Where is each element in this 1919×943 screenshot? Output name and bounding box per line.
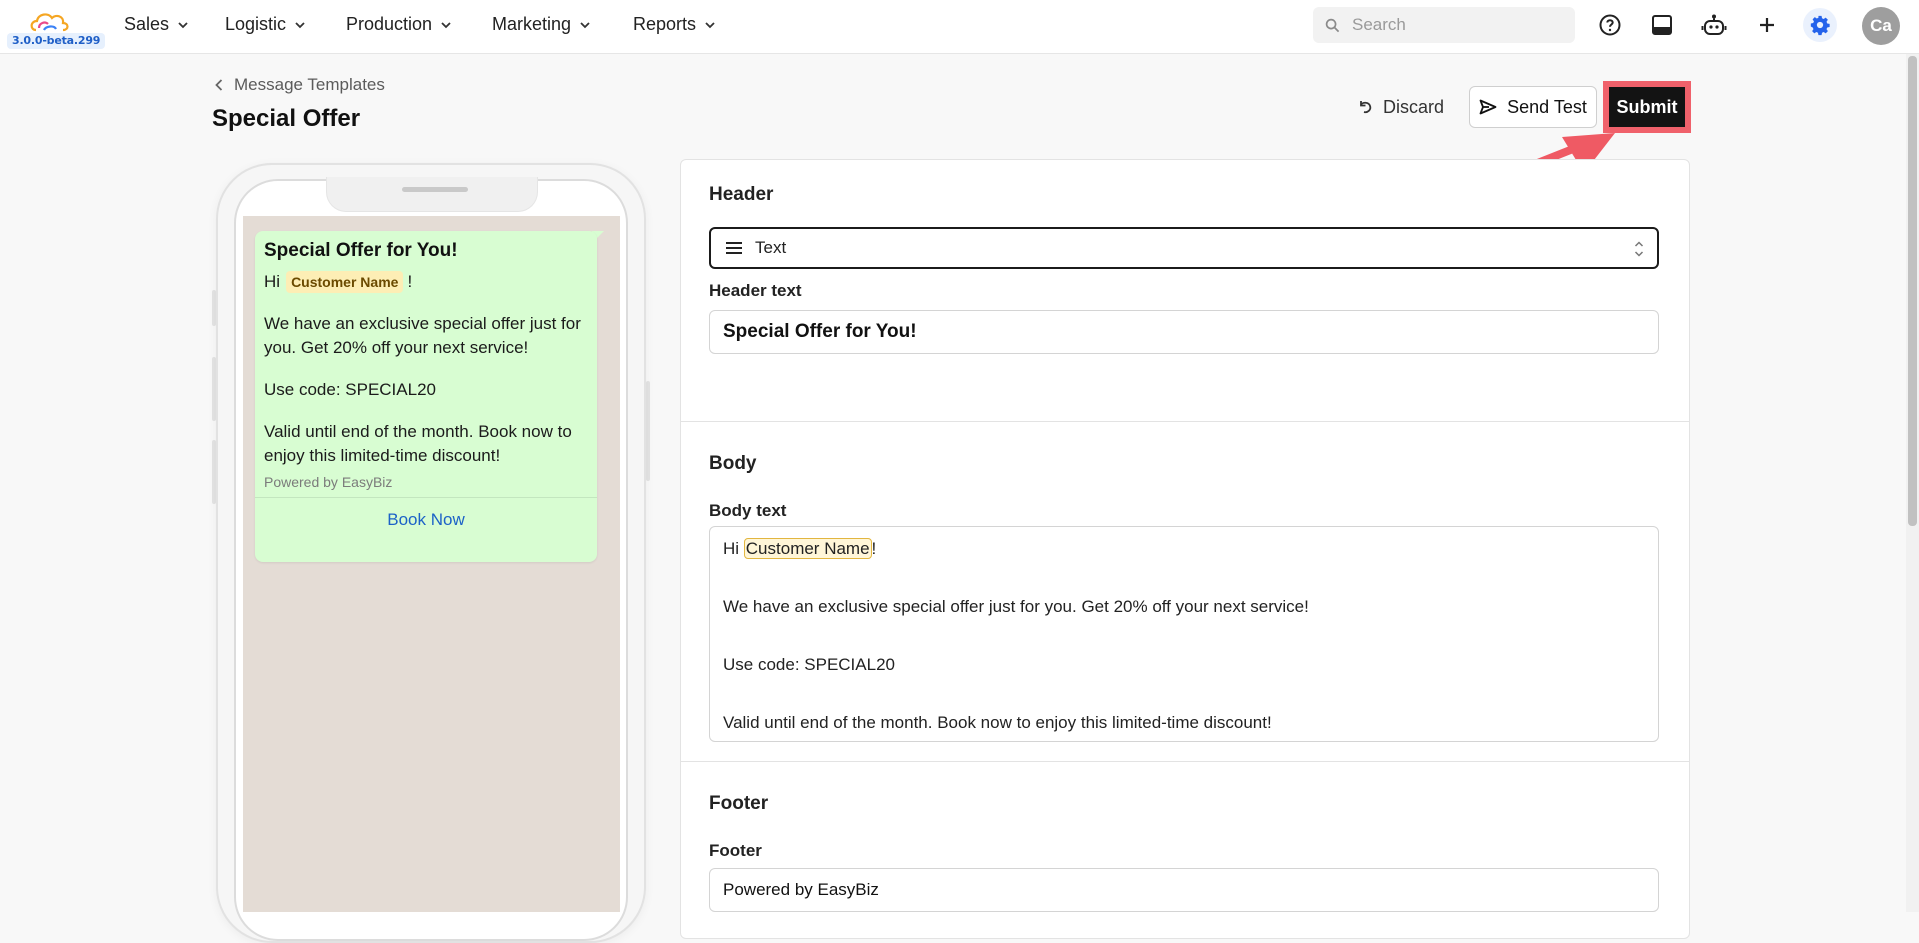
chevron-down-icon [580, 21, 590, 28]
discard-label: Discard [1383, 96, 1445, 117]
message-preview-bubble: Special Offer for You! Hi Customer Name … [255, 231, 597, 562]
nav-label: Marketing [492, 14, 572, 34]
breadcrumb-link[interactable]: Message Templates [234, 75, 385, 95]
chevron-left-icon [215, 79, 223, 91]
nav-reports[interactable]: Reports [633, 14, 716, 35]
template-editor-panel: Header Text Header text Body Body text H… [680, 159, 1690, 939]
phone-speaker [402, 187, 468, 192]
customer-name-variable-chip: Customer Name [286, 271, 404, 293]
nav-logistic[interactable]: Logistic [225, 14, 306, 35]
nav-production[interactable]: Production [346, 14, 452, 35]
body-line: We have an exclusive special offer just … [723, 597, 1309, 616]
header-type-select[interactable]: Text [709, 227, 1659, 269]
text-lines-icon [726, 242, 742, 254]
body-line: Hi Customer Name! [723, 537, 1645, 566]
header-text-label: Header text [709, 281, 802, 300]
preview-header: Special Offer for You! [264, 240, 458, 261]
page-title: Special Offer [212, 105, 361, 132]
search-input[interactable] [1350, 14, 1554, 36]
preview-divider [255, 497, 597, 498]
nav-label: Sales [124, 14, 170, 34]
greeting-punctuation: ! [407, 272, 413, 291]
footer-label: Footer [709, 841, 762, 860]
inbox-icon [1652, 15, 1672, 35]
submit-button[interactable]: Submit [1609, 87, 1685, 127]
send-icon [1479, 99, 1497, 115]
phone-side-button [646, 381, 650, 481]
assistant-button[interactable] [1701, 12, 1727, 38]
nav-label: Reports [633, 14, 697, 34]
body-line: Valid until end of the month. Book now t… [723, 713, 1272, 732]
help-button[interactable] [1597, 12, 1623, 38]
version-badge: 3.0.0-beta.299 [7, 33, 106, 49]
preview-footer: Powered by EasyBiz [264, 474, 393, 490]
chevron-down-icon [178, 21, 188, 28]
breadcrumb[interactable]: Message Templates [214, 75, 385, 95]
send-test-label: Send Test [1507, 96, 1587, 117]
top-navigation-bar: 3.0.0-beta.299 Sales Logistic Production… [0, 0, 1919, 54]
chevron-down-icon [441, 21, 451, 28]
gear-icon [1810, 15, 1830, 36]
chevron-down-icon [295, 21, 305, 28]
nav-sales[interactable]: Sales [124, 14, 189, 35]
header-type-value: Text [755, 238, 787, 257]
create-button[interactable] [1754, 12, 1780, 38]
user-avatar[interactable]: Ca [1862, 7, 1900, 45]
chevron-down-icon [705, 21, 715, 28]
undo-icon [1360, 101, 1372, 114]
inbox-button[interactable] [1649, 12, 1675, 38]
nav-marketing[interactable]: Marketing [492, 14, 591, 35]
nav-label: Production [346, 14, 433, 34]
body-line: Use code: SPECIAL20 [723, 655, 895, 674]
body-section-title: Body [709, 453, 757, 474]
section-divider [681, 421, 1689, 422]
settings-button[interactable] [1803, 8, 1837, 42]
greeting-text: Hi [264, 272, 281, 291]
search-box[interactable] [1313, 7, 1575, 43]
search-icon [1325, 18, 1340, 32]
section-divider [681, 761, 1689, 762]
footer-section-title: Footer [709, 793, 769, 814]
header-text-input[interactable] [709, 310, 1659, 354]
page-scrollbar[interactable] [1906, 54, 1919, 912]
preview-paragraph: Valid until end of the month. Book now t… [264, 422, 572, 465]
book-now-button[interactable]: Book Now [264, 510, 588, 530]
preview-greeting: Hi Customer Name ! [264, 270, 588, 294]
send-test-button[interactable]: Send Test [1469, 86, 1597, 128]
header-section-title: Header [709, 184, 774, 205]
body-punctuation: ! [871, 539, 877, 558]
plus-icon [1760, 18, 1774, 32]
discard-button[interactable]: Discard [1357, 88, 1444, 126]
customer-name-variable-chip[interactable]: Customer Name [743, 538, 872, 559]
help-icon [1599, 14, 1621, 36]
footer-text-input[interactable] [709, 868, 1659, 912]
body-text-label: Body text [709, 501, 787, 520]
preview-paragraph: We have an exclusive special offer just … [264, 314, 581, 357]
bot-icon [1701, 14, 1727, 35]
scrollbar-thumb[interactable] [1908, 56, 1917, 526]
phone-notch [326, 177, 538, 212]
body-blank-line [723, 682, 1645, 711]
body-text-editor[interactable]: Hi Customer Name! We have an exclusive s… [709, 526, 1659, 742]
body-blank-line [723, 566, 1645, 595]
body-greeting: Hi [723, 539, 744, 558]
select-caret-icon [1634, 241, 1644, 257]
preview-paragraph: Use code: SPECIAL20 [264, 380, 436, 399]
body-blank-line [723, 624, 1645, 653]
nav-label: Logistic [225, 14, 287, 34]
